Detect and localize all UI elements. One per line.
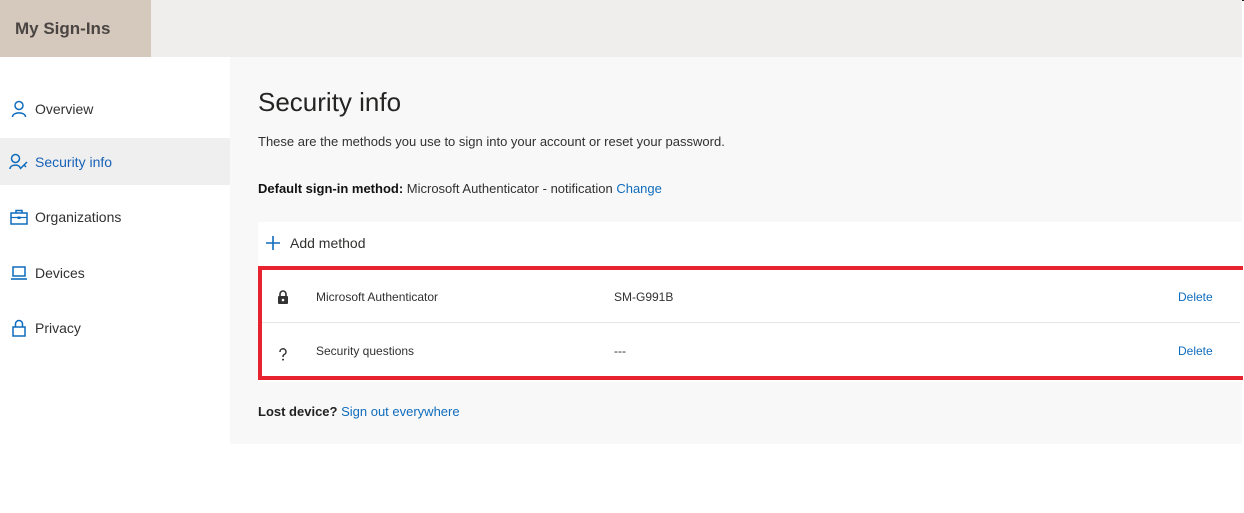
sidebar-item-devices[interactable]: Devices [0, 249, 230, 296]
sidebar-item-label: Privacy [35, 319, 81, 336]
sidebar-item-label: Organizations [35, 208, 122, 225]
person-icon [9, 99, 29, 119]
lost-device-label: Lost device? [258, 404, 338, 419]
sign-out-everywhere-link[interactable]: Sign out everywhere [337, 404, 460, 419]
delete-link[interactable]: Delete [1178, 344, 1213, 358]
method-row: Microsoft Authenticator SM-G991B Delete [262, 270, 1240, 323]
app-brand[interactable]: My Sign-Ins [0, 0, 151, 57]
add-method-button[interactable]: Add method [264, 234, 366, 252]
page-subtitle: These are the methods you use to sign in… [258, 134, 725, 149]
change-default-link[interactable]: Change [616, 181, 662, 196]
sidebar-item-label: Security info [35, 153, 113, 170]
method-name: Security questions [316, 344, 415, 358]
person-key-icon [9, 152, 29, 172]
sidebar-item-overview[interactable]: Overview [0, 85, 230, 132]
method-detail: --- [614, 344, 626, 358]
method-row: Security questions --- Delete [262, 324, 1240, 377]
methods-card: Add method Microsoft Authenticator SM-G9… [258, 222, 1243, 382]
sidebar: Overview Security info Organizations Dev… [0, 57, 230, 513]
briefcase-icon [9, 207, 29, 227]
sidebar-item-security-info[interactable]: Security info [0, 138, 230, 185]
default-sign-in-method: Default sign-in method: Microsoft Authen… [258, 181, 662, 196]
laptop-icon [9, 263, 29, 283]
lost-device-line: Lost device? Sign out everywhere [258, 404, 460, 419]
add-method-label: Add method [290, 235, 366, 251]
method-name: Microsoft Authenticator [316, 290, 439, 304]
top-bar: My Sign-Ins [0, 0, 1242, 57]
sidebar-item-organizations[interactable]: Organizations [0, 193, 230, 240]
question-icon [276, 346, 290, 362]
sidebar-item-label: Overview [35, 100, 94, 117]
sidebar-item-label: Devices [35, 264, 85, 281]
sidebar-item-privacy[interactable]: Privacy [0, 304, 230, 351]
plus-icon [264, 234, 282, 252]
delete-link[interactable]: Delete [1178, 290, 1213, 304]
main-content: Security info These are the methods you … [230, 57, 1243, 444]
page-title: Security info [258, 87, 402, 117]
lock-icon [9, 318, 29, 338]
default-method-value: Microsoft Authenticator - notification [403, 181, 617, 196]
authenticator-lock-icon [276, 289, 290, 305]
default-method-label: Default sign-in method: [258, 181, 404, 196]
method-detail: SM-G991B [614, 290, 674, 304]
